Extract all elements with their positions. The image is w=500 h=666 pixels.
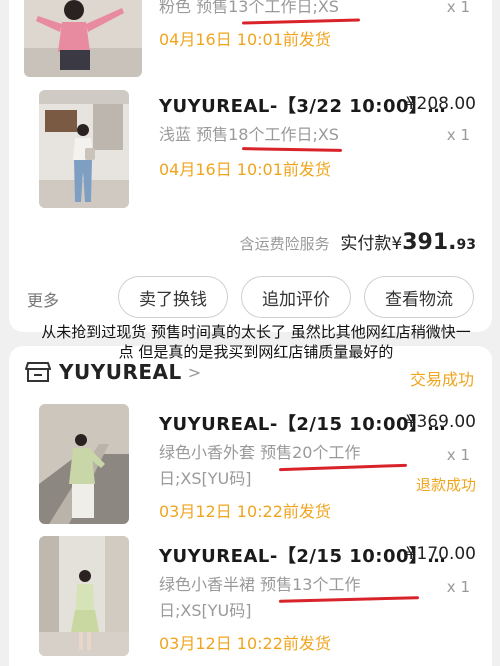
product-variant: 浅蓝 预售18个工作日;XS <box>159 125 339 144</box>
product-thumbnail-pink[interactable] <box>24 0 142 77</box>
paid-amount-int: 391. <box>402 230 457 255</box>
refund-status: 退款成功 <box>415 476 476 494</box>
order-card-bottom: YUYUREAL > 交易成功 YUYUREAL-【2/15 10:00】… ¥… <box>9 346 492 666</box>
store-icon <box>25 361 51 383</box>
product-thumbnail-green-jacket[interactable] <box>39 404 129 524</box>
product-quantity: x 1 <box>446 126 470 144</box>
store-name: YUYUREAL <box>59 360 182 384</box>
product-title[interactable]: YUYUREAL-【2/15 10:00】… <box>159 410 446 436</box>
overlay-comment: 从未抢到过现货 预售时间真的太长了 虽然比其他网红店稍微快一点 但是真的是我买到… <box>41 323 471 361</box>
add-review-button[interactable]: 追加评价 <box>241 276 351 318</box>
product-price: ¥208.00 <box>405 94 476 114</box>
product-title[interactable]: YUYUREAL-【3/22 10:00】… <box>159 92 446 118</box>
product-quantity: x 1 <box>446 446 470 464</box>
product-photo-green-jacket <box>39 404 129 524</box>
resell-button[interactable]: 卖了换钱 <box>118 276 228 318</box>
view-logistics-button[interactable]: 查看物流 <box>364 276 474 318</box>
product-title[interactable]: YUYUREAL-【2/15 10:00】… <box>159 542 446 568</box>
store-header[interactable]: YUYUREAL > <box>25 360 201 384</box>
ship-time: 03月12日 10:22前发货 <box>159 502 331 521</box>
paid-currency: ¥ <box>391 234 403 254</box>
product-thumbnail-green-skirt[interactable] <box>39 536 129 656</box>
order-summary: 含运费险服务 实付款¥391.93 <box>240 229 476 255</box>
product-price: ¥170.00 <box>405 544 476 564</box>
paid-amount-dec: 93 <box>456 237 476 253</box>
ship-time: 04月16日 10:01前发货 <box>159 160 331 179</box>
product-photo-pink <box>24 0 142 77</box>
order-card-top: 粉色 预售13个工作日;XS x 1 04月16日 10:01前发货 YUYUR… <box>9 0 492 332</box>
product-variant: 粉色 预售13个工作日;XS <box>159 0 339 16</box>
chevron-right-icon: > <box>187 362 202 382</box>
product-photo-green-skirt <box>39 536 129 656</box>
product-thumbnail-blue[interactable] <box>39 90 129 208</box>
product-quantity: x 1 <box>446 578 470 596</box>
product-price: ¥369.00 <box>405 412 476 432</box>
insurance-note: 含运费险服务 <box>239 235 330 253</box>
paid-label: 实付款 <box>340 234 392 254</box>
ship-time: 03月12日 10:22前发货 <box>159 634 331 653</box>
product-photo-blue <box>39 90 129 208</box>
ship-time: 04月16日 10:01前发货 <box>159 30 331 49</box>
handwritten-underline <box>241 147 343 152</box>
more-link[interactable]: 更多 <box>27 287 59 311</box>
product-quantity: x 1 <box>446 0 470 16</box>
order-status: 交易成功 <box>409 370 474 389</box>
